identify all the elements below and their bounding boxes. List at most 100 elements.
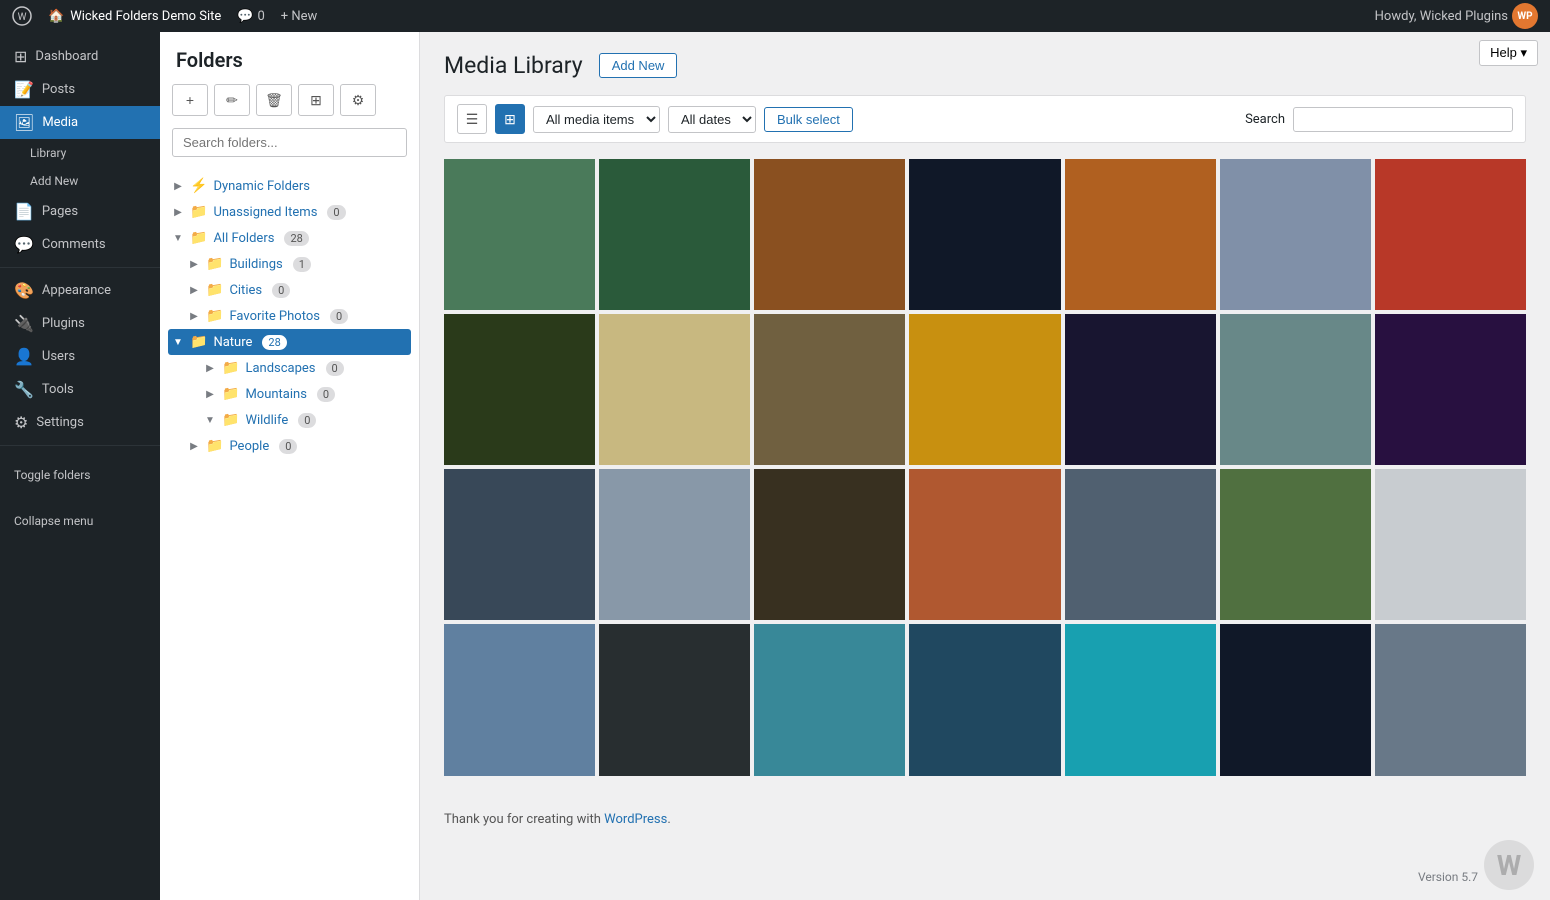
toggle-folders-link[interactable]: Toggle folders — [0, 452, 160, 498]
folder-label: Mountains — [245, 387, 306, 402]
folder-item-nature[interactable]: ▼ 📁 Nature 28 — [168, 329, 411, 355]
sidebar-item-dashboard[interactable]: ⊞ Dashboard — [0, 40, 160, 73]
add-folder-button[interactable]: + — [172, 84, 208, 116]
folder-icon: 📁 — [206, 282, 223, 298]
sidebar-item-users[interactable]: 👤 Users — [0, 340, 160, 373]
sidebar-item-plugins[interactable]: 🔌 Plugins — [0, 307, 160, 340]
folder-icon: 📁 — [206, 438, 223, 454]
media-thumb-item[interactable] — [1065, 469, 1216, 620]
media-thumb-item[interactable] — [1220, 624, 1371, 775]
add-subfolder-button[interactable]: ⊞ — [298, 84, 334, 116]
media-thumb-item[interactable] — [599, 469, 750, 620]
grid-view-button[interactable]: ⊞ — [495, 104, 525, 134]
media-thumb-item[interactable] — [754, 159, 905, 310]
folder-label: Favorite Photos — [229, 309, 320, 324]
caret-icon: ▶ — [188, 441, 200, 452]
folder-item-mountains[interactable]: ▶ 📁 Mountains 0 — [160, 381, 419, 407]
sidebar-item-tools[interactable]: 🔧 Tools — [0, 373, 160, 406]
sidebar-item-posts[interactable]: 📝 Posts — [0, 73, 160, 106]
search-folders-input[interactable] — [172, 128, 407, 157]
folder-icon: 📁 — [190, 204, 207, 220]
media-thumb-item[interactable] — [444, 314, 595, 465]
media-thumb-item[interactable] — [1220, 159, 1371, 310]
comments-link[interactable]: 💬 0 — [237, 9, 265, 24]
bulk-select-button[interactable]: Bulk select — [764, 107, 853, 132]
media-thumb-item[interactable] — [1220, 469, 1371, 620]
folder-badge: 0 — [327, 205, 345, 220]
media-thumb-item[interactable] — [909, 314, 1060, 465]
delete-folder-button[interactable]: 🗑 — [256, 84, 292, 116]
media-thumb-item[interactable] — [1065, 159, 1216, 310]
media-thumb-item[interactable] — [1375, 624, 1526, 775]
sidebar-item-settings[interactable]: ⚙ Settings — [0, 406, 160, 439]
add-new-button[interactable]: Add New — [599, 53, 678, 78]
sidebar: ⊞ Dashboard 📝 Posts 🖼 Media Library Add … — [0, 32, 160, 900]
folder-badge: 0 — [272, 283, 290, 298]
folder-label: Cities — [229, 283, 262, 298]
folder-label: All Folders — [213, 231, 274, 246]
site-name[interactable]: 🏠 Wicked Folders Demo Site — [48, 9, 221, 24]
media-thumb-item[interactable] — [909, 159, 1060, 310]
sidebar-item-appearance[interactable]: 🎨 Appearance — [0, 274, 160, 307]
search-input[interactable] — [1293, 107, 1513, 132]
help-button[interactable]: Help ▾ — [1479, 40, 1538, 66]
user-greeting: Howdy, Wicked Plugins WP — [1375, 3, 1538, 29]
media-filter-select[interactable]: All media items — [533, 106, 660, 133]
folder-label: Buildings — [229, 257, 282, 272]
plugins-icon: 🔌 — [14, 314, 34, 333]
posts-icon: 📝 — [14, 80, 34, 99]
sidebar-item-comments[interactable]: 💬 Comments — [0, 228, 160, 261]
media-thumb-item[interactable] — [1065, 624, 1216, 775]
caret-icon: ▶ — [204, 389, 216, 400]
media-thumb-item[interactable] — [1220, 314, 1371, 465]
sidebar-item-library[interactable]: Library — [0, 139, 160, 167]
collapse-menu-link[interactable]: Collapse menu — [0, 498, 160, 544]
media-thumb-item[interactable] — [754, 314, 905, 465]
media-thumb-item[interactable] — [1375, 159, 1526, 310]
list-view-icon: ☰ — [466, 111, 479, 128]
media-thumb-item[interactable] — [754, 624, 905, 775]
sidebar-item-add-new[interactable]: Add New — [0, 167, 160, 195]
media-thumb-item[interactable] — [444, 469, 595, 620]
folder-tree: ▶ ⚡ Dynamic Folders ▶ 📁 Unassigned Items… — [160, 169, 419, 884]
folder-item-people[interactable]: ▶ 📁 People 0 — [160, 433, 419, 459]
sidebar-item-pages[interactable]: 📄 Pages — [0, 195, 160, 228]
folder-icon: 📁 — [222, 360, 239, 376]
list-view-button[interactable]: ☰ — [457, 104, 487, 134]
folder-item-unassigned[interactable]: ▶ 📁 Unassigned Items 0 — [160, 199, 419, 225]
media-thumb-item[interactable] — [1375, 314, 1526, 465]
media-thumb-item[interactable] — [599, 314, 750, 465]
media-thumb-item[interactable] — [599, 159, 750, 310]
folder-item-all-folders[interactable]: ▼ 📁 All Folders 28 — [160, 225, 419, 251]
media-thumb-item[interactable] — [444, 159, 595, 310]
appearance-icon: 🎨 — [14, 281, 34, 300]
sidebar-item-media[interactable]: 🖼 Media — [0, 106, 160, 139]
folder-label: Dynamic Folders — [213, 179, 310, 194]
avatar: WP — [1512, 3, 1538, 29]
folder-settings-button[interactable]: ⚙ — [340, 84, 376, 116]
media-thumb-item[interactable] — [909, 624, 1060, 775]
folder-item-dynamic[interactable]: ▶ ⚡ Dynamic Folders — [160, 173, 419, 199]
media-thumb-item[interactable] — [599, 624, 750, 775]
settings-icon: ⚙ — [14, 413, 28, 432]
media-toolbar: ☰ ⊞ All media items All dates Bulk selec… — [444, 95, 1526, 143]
folder-badge: 0 — [317, 387, 335, 402]
media-thumb-item[interactable] — [909, 469, 1060, 620]
folder-badge: 1 — [293, 257, 311, 272]
new-content-link[interactable]: + New — [281, 9, 318, 24]
media-thumb-item[interactable] — [1065, 314, 1216, 465]
folder-item-favorite-photos[interactable]: ▶ 📁 Favorite Photos 0 — [160, 303, 419, 329]
tools-icon: 🔧 — [14, 380, 34, 399]
media-thumb-item[interactable] — [444, 624, 595, 775]
folder-item-wildlife[interactable]: ▼ 📁 Wildlife 0 — [160, 407, 419, 433]
wordpress-link[interactable]: WordPress — [604, 812, 667, 827]
folder-item-cities[interactable]: ▶ 📁 Cities 0 — [160, 277, 419, 303]
edit-folder-button[interactable]: ✏ — [214, 84, 250, 116]
media-thumb-item[interactable] — [754, 469, 905, 620]
folder-item-landscapes[interactable]: ▶ 📁 Landscapes 0 — [160, 355, 419, 381]
media-thumb-item[interactable] — [1375, 469, 1526, 620]
folder-icon: 📁 — [222, 386, 239, 402]
date-filter-select[interactable]: All dates — [668, 106, 756, 133]
folder-item-buildings[interactable]: ▶ 📁 Buildings 1 — [160, 251, 419, 277]
folders-title: Folders — [160, 48, 419, 84]
